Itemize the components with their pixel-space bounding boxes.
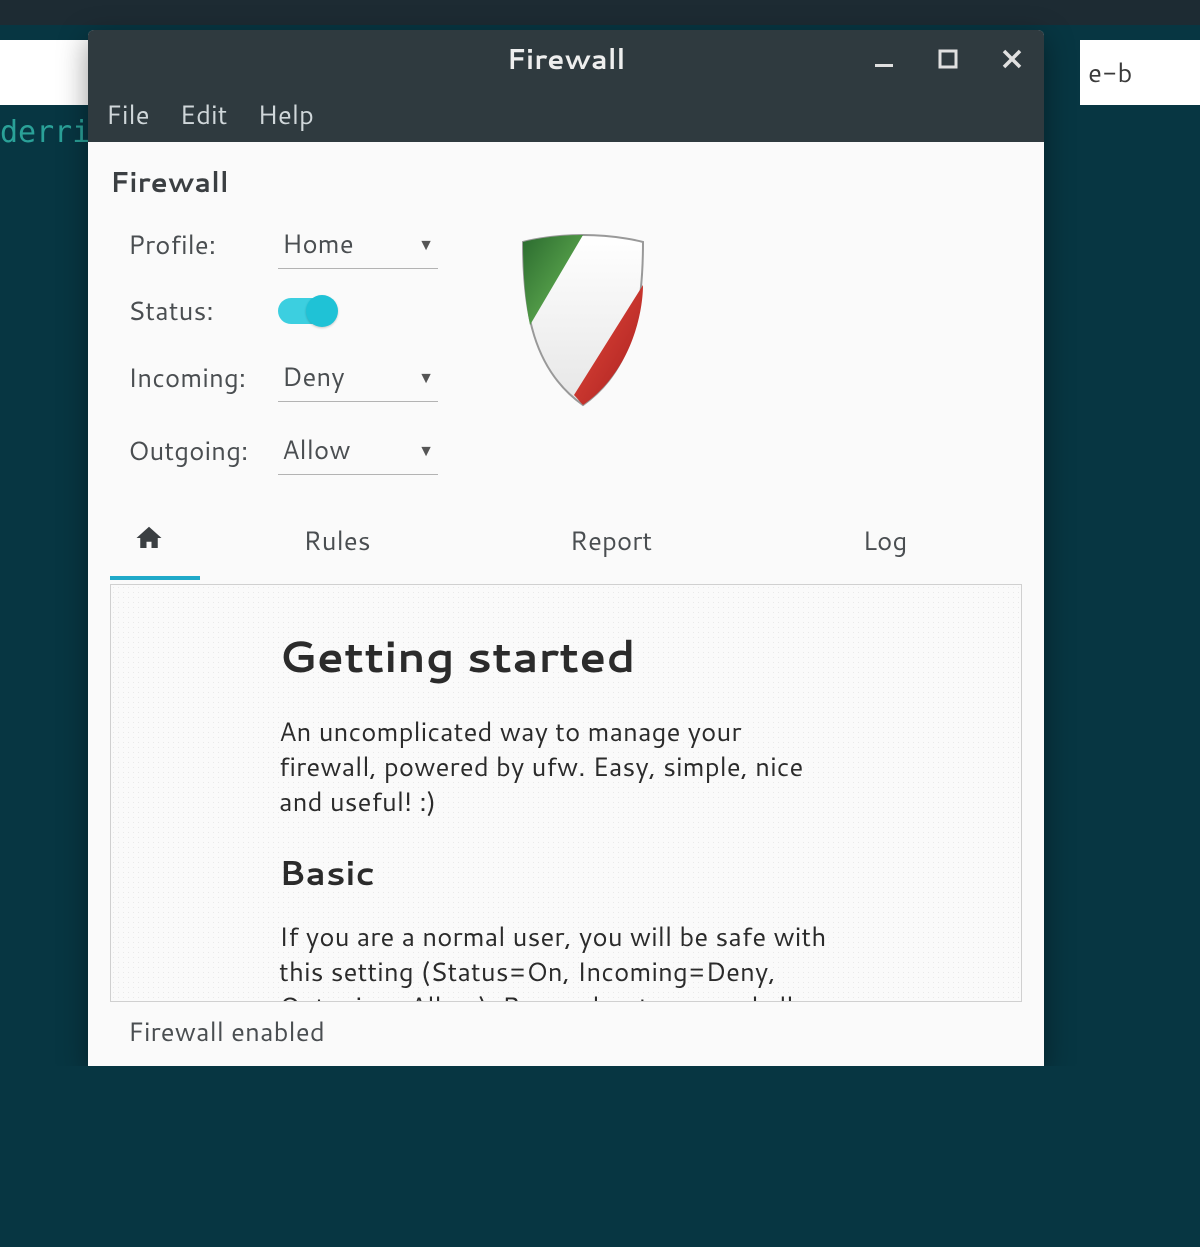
window-body: Firewall Profile: Home ▼ Status: Incomin…	[88, 142, 1044, 1066]
tabs: Rules Report Log	[110, 509, 1022, 580]
outgoing-value: Allow	[282, 432, 351, 468]
content-p2: If you are a normal user, you will be sa…	[279, 920, 859, 1002]
outgoing-dropdown[interactable]: Allow ▼	[278, 426, 438, 475]
maximize-icon	[938, 49, 958, 69]
tab-rules[interactable]: Rules	[200, 509, 474, 580]
content-h2: Basic	[279, 848, 981, 896]
close-button[interactable]	[998, 45, 1026, 73]
chevron-down-icon: ▼	[418, 233, 434, 256]
terminal-tab-right: e-b	[1080, 40, 1200, 105]
window-controls	[870, 30, 1026, 88]
menubar: File Edit Help	[88, 88, 1044, 142]
titlebar: Firewall	[88, 30, 1044, 88]
tab-report[interactable]: Report	[474, 509, 748, 580]
statusbar: Firewall enabled	[110, 1002, 1022, 1066]
toggle-knob	[306, 295, 338, 327]
tab-home[interactable]	[110, 509, 200, 580]
profile-dropdown[interactable]: Home ▼	[278, 220, 438, 269]
tab-log[interactable]: Log	[748, 509, 1022, 580]
home-icon	[134, 523, 164, 553]
status-toggle[interactable]	[278, 298, 336, 324]
profile-label: Profile:	[128, 227, 278, 263]
incoming-dropdown[interactable]: Deny ▼	[278, 353, 438, 402]
status-label: Status:	[128, 293, 278, 329]
incoming-value: Deny	[282, 359, 345, 395]
minimize-icon	[873, 48, 895, 70]
shield-icon	[508, 230, 658, 416]
menu-edit[interactable]: Edit	[180, 97, 228, 133]
settings-row: Profile: Home ▼ Status: Incoming: Deny ▼…	[110, 220, 1022, 475]
maximize-button[interactable]	[934, 45, 962, 73]
outgoing-label: Outgoing:	[128, 433, 278, 469]
profile-value: Home	[282, 226, 354, 262]
content-h1: Getting started	[279, 625, 981, 687]
window-title: Firewall	[507, 39, 626, 79]
tab-right-text: e-b	[1088, 55, 1132, 91]
desktop-panel	[0, 0, 1200, 25]
firewall-window: Firewall File Edit Help Firewall Profile…	[88, 30, 1044, 1066]
menu-help[interactable]: Help	[258, 97, 314, 133]
incoming-label: Incoming:	[128, 360, 278, 396]
desktop-background-bottom	[0, 1066, 1200, 1247]
status-toggle-cell	[278, 298, 438, 324]
terminal-prompt: derri	[0, 115, 90, 150]
menu-file[interactable]: File	[106, 97, 150, 133]
chevron-down-icon: ▼	[418, 366, 434, 389]
settings-grid: Profile: Home ▼ Status: Incoming: Deny ▼…	[110, 220, 438, 475]
terminal-tab-left	[0, 40, 90, 105]
content-frame: Getting started An uncomplicated way to …	[110, 584, 1022, 1002]
content-p1: An uncomplicated way to manage your fire…	[279, 715, 839, 820]
chevron-down-icon: ▼	[418, 439, 434, 462]
close-icon	[1001, 48, 1023, 70]
section-title: Firewall	[110, 162, 1022, 202]
minimize-button[interactable]	[870, 45, 898, 73]
